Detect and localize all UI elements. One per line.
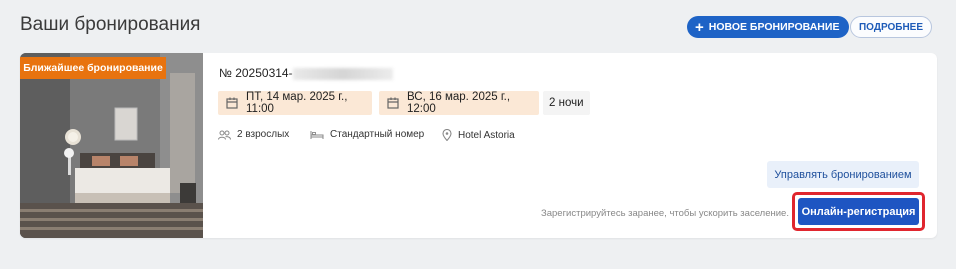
- new-booking-label: НОВОЕ БРОНИРОВАНИЕ: [708, 21, 840, 33]
- page-title: Ваши бронирования: [20, 14, 201, 35]
- users-icon: [218, 130, 231, 140]
- calendar-icon: [226, 97, 238, 109]
- room-type: Стандартный номер: [330, 129, 425, 140]
- online-checkin-button[interactable]: Онлайн-регистрация: [798, 198, 919, 225]
- nights-count: 2 ночи: [549, 97, 584, 109]
- bed-icon: [310, 130, 324, 140]
- checkin-hint: Зарегистрируйтесь заранее, чтобы ускорит…: [541, 208, 789, 219]
- hotel-name: Hotel Astoria: [458, 129, 515, 141]
- guests-info: 2 взрослых: [218, 129, 289, 140]
- location-pin-icon: [442, 129, 452, 141]
- booking-number: № 20250314-: [219, 66, 393, 80]
- manage-booking-button[interactable]: Управлять бронированием: [767, 161, 919, 188]
- checkin-date: ПТ, 14 мар. 2025 г., 11:00: [246, 91, 348, 115]
- hotel-info: Hotel Astoria: [442, 129, 515, 141]
- manage-booking-label: Управлять бронированием: [774, 168, 912, 181]
- redacted-number: [292, 67, 393, 80]
- checkin-date-chip: ПТ, 14 мар. 2025 г., 11:00: [218, 91, 372, 115]
- room-info: Стандартный номер: [310, 129, 424, 140]
- nearest-booking-badge: Ближайшее бронирование: [20, 57, 166, 79]
- plus-icon: +: [695, 18, 704, 36]
- booking-number-prefix: № 20250314-: [219, 66, 293, 80]
- checkout-date: ВС, 16 мар. 2025 г., 12:00: [407, 91, 511, 115]
- more-button[interactable]: ПОДРОБНЕЕ: [850, 16, 932, 38]
- calendar-icon: [387, 97, 399, 109]
- checkout-date-chip: ВС, 16 мар. 2025 г., 12:00: [379, 91, 539, 115]
- booking-card: Ближайшее бронирование № 20250314- ПТ, 1…: [20, 53, 937, 238]
- nights-chip: 2 ночи: [543, 91, 590, 115]
- new-booking-button[interactable]: + НОВОЕ БРОНИРОВАНИЕ: [687, 16, 850, 38]
- more-label: ПОДРОБНЕЕ: [858, 21, 924, 33]
- online-checkin-label: Онлайн-регистрация: [801, 205, 916, 218]
- guests-count: 2 взрослых: [237, 129, 290, 140]
- room-photo: Ближайшее бронирование: [20, 53, 203, 238]
